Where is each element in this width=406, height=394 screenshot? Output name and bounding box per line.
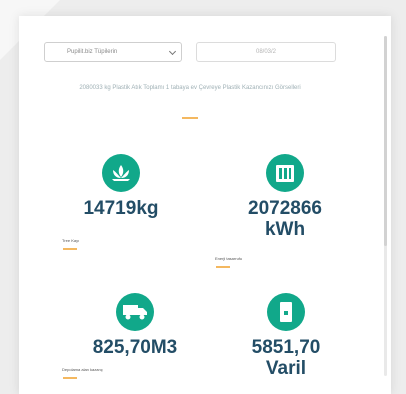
stat-barrel: 5851,70 Varil — [236, 293, 336, 379]
category-select[interactable]: Pupilit.biz Tüpilerin — [44, 42, 182, 62]
scrollbar-thumb[interactable] — [384, 36, 387, 246]
stat-kg-label: Tree Kayı — [62, 238, 80, 243]
category-select-value: Pupilit.biz Tüpilerin — [67, 49, 118, 55]
stat-kwh-underline — [216, 266, 230, 268]
stat-barrel-value: 5851,70 — [251, 337, 321, 358]
stat-barrel-unit: Varil — [265, 358, 307, 379]
stat-kwh-unit: kWh — [264, 219, 306, 240]
oil-barrel-icon — [280, 302, 292, 322]
stat-m3: 825,70M3 — [70, 293, 200, 358]
stat-m3-circle — [116, 293, 154, 331]
chevron-down-icon — [168, 47, 177, 56]
date-input[interactable]: 08/03/2 — [196, 42, 336, 62]
stat-kg: 14719kg — [77, 154, 165, 219]
stat-kwh-value: 2072866 — [248, 198, 322, 219]
lotus-icon — [112, 165, 130, 181]
filter-controls: Pupilit.biz Tüpilerin 08/03/2 — [44, 42, 336, 62]
stat-kg-circle — [102, 154, 140, 192]
stat-m3-value: 825,70M3 — [92, 337, 178, 358]
stat-m3-underline — [63, 377, 77, 379]
stat-kg-value: 14719kg — [83, 198, 159, 219]
building-icon — [276, 165, 294, 182]
scrollbar[interactable] — [384, 36, 387, 376]
summary-underline — [182, 117, 198, 119]
stat-kwh: 2072866 kWh — [230, 154, 340, 240]
stat-kwh-circle — [266, 154, 304, 192]
stat-m3-label: Depolama alan kazanç — [62, 367, 103, 372]
stat-kwh-label: Enerji tasarrufu — [215, 256, 243, 261]
stat-barrel-circle — [267, 293, 305, 331]
summary-description: 2080033 kg Plastik Atık Toplamı 1 tabaya… — [79, 85, 301, 91]
date-input-value: 08/03/2 — [255, 49, 277, 55]
truck-icon — [123, 305, 147, 320]
stat-kg-underline — [63, 248, 77, 250]
